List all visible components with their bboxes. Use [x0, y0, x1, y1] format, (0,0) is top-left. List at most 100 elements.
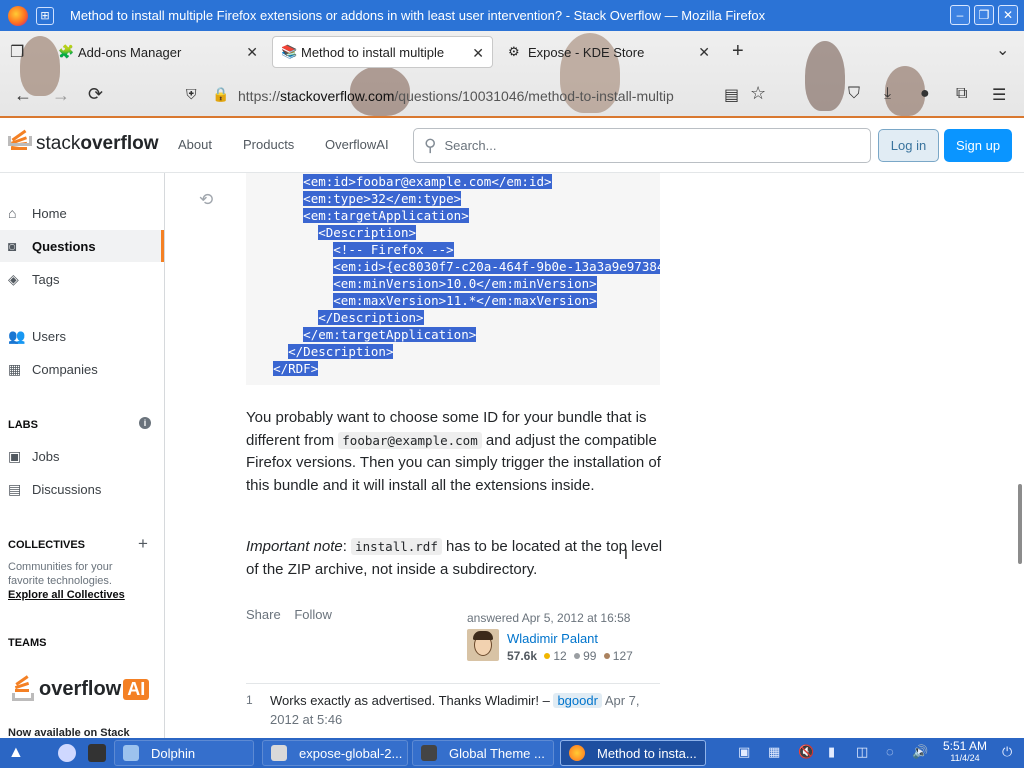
info-icon[interactable]: i: [139, 417, 151, 429]
add-collective-icon[interactable]: +: [138, 534, 148, 554]
gold-badge-icon: [544, 653, 551, 660]
kde-favicon-icon: ⚙: [508, 44, 520, 59]
tab-label: Method to install multiple: [301, 44, 445, 60]
sidebar-item-jobs[interactable]: ▣ Jobs: [0, 440, 164, 472]
questions-icon: ◙: [8, 238, 17, 254]
pocket-icon[interactable]: ⛉: [848, 85, 860, 103]
comment-score: 1: [246, 693, 253, 707]
inline-code: install.rdf: [351, 538, 442, 555]
tab-expose-kde-store[interactable]: ⚙ Expose - KDE Store ✕: [508, 36, 718, 68]
sidebar-item-label: Questions: [32, 238, 96, 254]
tab-addons-manager[interactable]: 🧩 Add-ons Manager ✕: [58, 36, 266, 68]
pinned-app-icon[interactable]: [58, 744, 76, 762]
settings-icon: [421, 745, 437, 761]
sidebar-item-tags[interactable]: ◈ Tags: [0, 263, 164, 295]
code-line: </Description>: [318, 310, 424, 325]
explore-collectives-link[interactable]: Explore all Collectives: [8, 589, 125, 601]
firefox-icon: [569, 745, 585, 761]
nav-about[interactable]: About: [178, 137, 212, 152]
task-firefox[interactable]: Method to insta...: [560, 740, 706, 766]
close-tab-icon[interactable]: ✕: [698, 44, 710, 61]
stackoverflow-favicon-icon: 📚: [281, 44, 298, 59]
lock-icon[interactable]: 🔒: [212, 86, 229, 103]
network-icon[interactable]: ◌: [886, 744, 894, 759]
avatar[interactable]: [467, 629, 499, 661]
back-button[interactable]: ←: [14, 85, 32, 106]
new-tab-button[interactable]: +: [732, 40, 744, 63]
answer-paragraph-1: You probably want to choose some ID for …: [246, 409, 661, 494]
close-window-button[interactable]: ✕: [998, 5, 1018, 25]
signup-button[interactable]: Sign up: [944, 129, 1012, 162]
teams-heading: TEAMS: [8, 637, 47, 649]
app-menu-icon[interactable]: ☰: [992, 85, 1006, 105]
clipboard-icon[interactable]: ▣: [738, 744, 750, 760]
collectives-description-line1: Communities for your: [8, 561, 113, 573]
task-expose-global[interactable]: expose-global-2...: [262, 740, 408, 766]
briefcase-icon: ▣: [8, 447, 22, 464]
code-line: </Description>: [288, 344, 394, 359]
sidebar-item-companies[interactable]: ▦ Companies: [0, 353, 164, 385]
overflow-ai-logo[interactable]: overflow AI: [12, 675, 150, 701]
reputation-score: 57.6k: [507, 649, 538, 663]
code-line: <em:type>32</em:type>: [303, 191, 462, 206]
close-tab-icon[interactable]: ✕: [472, 45, 484, 62]
comment-user-link[interactable]: bgoodr: [553, 693, 602, 708]
terminal-icon[interactable]: [88, 744, 106, 762]
account-icon[interactable]: ●: [920, 85, 930, 103]
window-titlebar: ⊞ Method to install multiple Firefox ext…: [0, 0, 1024, 31]
minimize-button[interactable]: –: [950, 5, 970, 25]
follow-link[interactable]: Follow: [294, 607, 332, 622]
folder-icon: [123, 745, 139, 761]
mute-icon[interactable]: 🔇: [798, 744, 814, 760]
stackoverflow-logo-icon: [8, 129, 32, 158]
extensions-icon[interactable]: ⧉: [956, 85, 967, 103]
maximize-button[interactable]: ❐: [974, 5, 994, 25]
sidebar-item-discussions[interactable]: ▤ Discussions: [0, 473, 164, 505]
url-bar[interactable]: https://stackoverflow.com/questions/1003…: [238, 81, 718, 111]
tab-overview-icon[interactable]: ❐: [10, 42, 24, 62]
puzzle-icon: 🧩: [58, 44, 75, 59]
display-icon[interactable]: ◫: [856, 744, 868, 760]
downloads-icon[interactable]: ⤓: [884, 85, 891, 103]
task-global-theme[interactable]: Global Theme ...: [412, 740, 554, 766]
tab-method-to-install[interactable]: 📚 Method to install multiple ✕: [272, 36, 493, 68]
comments-divider: [246, 683, 660, 684]
window-title: Method to install multiple Firefox exten…: [70, 8, 766, 23]
post-menu: Share Follow: [246, 607, 342, 622]
sidebar-item-questions[interactable]: ◙ Questions: [0, 230, 164, 262]
sidebar-item-users[interactable]: 👥 Users: [0, 320, 164, 352]
notifications-icon[interactable]: ▦: [768, 744, 780, 760]
nav-products[interactable]: Products: [243, 137, 294, 152]
nav-overflowai[interactable]: OverflowAI: [325, 137, 389, 152]
answered-time: answered Apr 5, 2012 at 16:58: [467, 611, 631, 625]
tray-expand-icon[interactable]: ▸: [918, 746, 923, 757]
application-launcher-icon[interactable]: ▲: [8, 744, 24, 762]
important-note-label: Important note: [246, 538, 343, 555]
power-icon[interactable]: ⏻: [1002, 744, 1012, 760]
login-button[interactable]: Log in: [878, 129, 939, 162]
overflow-ai-text: overflow: [39, 677, 122, 700]
url-host: stackoverflow.com: [280, 88, 395, 104]
close-tab-icon[interactable]: ✕: [246, 44, 258, 61]
bronze-badge-icon: [603, 653, 610, 660]
user-name-link[interactable]: Wladimir Palant: [507, 631, 598, 646]
task-dolphin[interactable]: Dolphin: [114, 740, 254, 766]
search-input[interactable]: ⚲ Search...: [413, 128, 871, 163]
sidebar-item-label: Jobs: [32, 448, 60, 464]
tracking-protection-icon[interactable]: ⛨: [186, 86, 197, 103]
stackoverflow-logo[interactable]: stackoverflow: [8, 129, 158, 158]
window-menu-icon[interactable]: ⊞: [36, 6, 54, 25]
list-all-tabs-icon[interactable]: ⌄: [996, 40, 1009, 60]
history-icon[interactable]: ⟲: [199, 190, 213, 210]
reader-view-icon[interactable]: ▤: [724, 85, 739, 105]
bookmark-star-icon[interactable]: ☆: [750, 83, 766, 104]
page-scrollbar[interactable]: [1018, 484, 1022, 564]
code-line: </RDF>: [273, 361, 319, 376]
silver-badge-icon: [574, 653, 581, 660]
clock[interactable]: 5:51 AM 11/4/24: [938, 740, 992, 764]
battery-icon[interactable]: ▮: [828, 744, 835, 760]
share-link[interactable]: Share: [246, 607, 281, 622]
reload-button[interactable]: ⟳: [88, 84, 103, 105]
forward-button[interactable]: →: [52, 85, 70, 106]
sidebar-item-home[interactable]: ⌂ Home: [0, 197, 164, 229]
